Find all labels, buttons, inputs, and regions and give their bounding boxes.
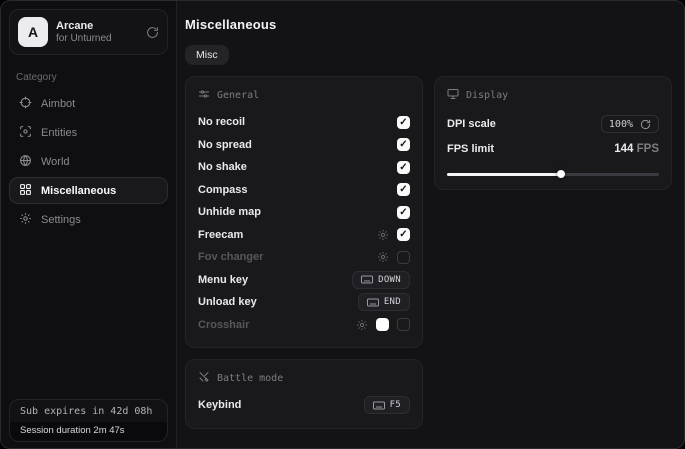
main-panel: Miscellaneous Misc General No recoil	[177, 1, 685, 448]
gear-icon	[19, 212, 32, 228]
crosshair-settings-gear-icon[interactable]	[356, 319, 368, 331]
fov-changer-checkbox[interactable]	[397, 251, 410, 264]
globe-icon	[19, 154, 32, 170]
slider-thumb[interactable]	[557, 170, 565, 178]
app-window: A Arcane for Unturned Category Aimbot En…	[0, 0, 685, 449]
unload-key-keybind-button[interactable]: END	[358, 293, 410, 311]
freecam-settings-gear-icon[interactable]	[377, 229, 389, 241]
sidebar-item-label: Settings	[41, 214, 81, 226]
fps-limit-value: 144 FPS	[614, 143, 659, 155]
battle-keybind-button[interactable]: F5	[364, 396, 410, 414]
setting-label: Keybind	[198, 399, 241, 411]
swords-icon	[198, 371, 210, 386]
cycle-icon	[640, 119, 651, 130]
sidebar: A Arcane for Unturned Category Aimbot En…	[1, 1, 177, 448]
crosshair-color-swatch[interactable]	[376, 318, 389, 331]
no-spread-checkbox[interactable]	[397, 138, 410, 151]
dpi-value: 100%	[609, 119, 633, 130]
sidebar-item-miscellaneous[interactable]: Miscellaneous	[9, 177, 168, 204]
setting-row: No shake	[198, 156, 410, 179]
setting-row: FPS limit 144 FPS	[447, 137, 659, 161]
dpi-scale-selector[interactable]: 100%	[601, 115, 659, 133]
tab-row: Misc	[185, 45, 672, 65]
setting-label: No shake	[198, 161, 247, 173]
setting-label: Unload key	[198, 296, 257, 308]
setting-row: Unhide map	[198, 201, 410, 224]
sliders-icon	[198, 88, 210, 103]
card-header-label: Display	[466, 90, 508, 101]
setting-row: No recoil	[198, 111, 410, 134]
display-card: Display DPI scale 100% FPS limit 144 FPS	[434, 76, 672, 190]
sub-expiry-text: Sub expires in 42d 08h	[10, 400, 167, 422]
compass-checkbox[interactable]	[397, 183, 410, 196]
sidebar-item-entities[interactable]: Entities	[9, 119, 168, 146]
freecam-checkbox[interactable]	[397, 228, 410, 241]
keyboard-icon	[367, 298, 379, 307]
no-recoil-checkbox[interactable]	[397, 116, 410, 129]
setting-row: Crosshair	[198, 314, 410, 337]
setting-label: Freecam	[198, 229, 243, 241]
monitor-icon	[447, 88, 459, 103]
sidebar-item-label: World	[41, 156, 70, 168]
card-header-label: Battle mode	[217, 373, 283, 384]
profile-title: Arcane	[56, 20, 112, 32]
fps-limit-slider[interactable]	[447, 170, 659, 178]
session-duration-text: Session duration 2m 47s	[10, 422, 167, 441]
setting-label: Fov changer	[198, 251, 263, 263]
tab-misc[interactable]: Misc	[185, 45, 229, 65]
crosshair-checkbox[interactable]	[397, 318, 410, 331]
category-label: Category	[16, 72, 161, 83]
profile-subtitle: for Unturned	[56, 33, 112, 44]
sidebar-item-label: Entities	[41, 127, 77, 139]
fov-changer-settings-gear-icon[interactable]	[377, 251, 389, 263]
sidebar-item-settings[interactable]: Settings	[9, 206, 168, 233]
profile-card: A Arcane for Unturned	[9, 9, 168, 55]
page-title: Miscellaneous	[185, 17, 672, 32]
keybind-value: END	[384, 297, 401, 307]
keybind-value: F5	[390, 400, 401, 410]
setting-row: Compass	[198, 179, 410, 202]
sidebar-item-label: Miscellaneous	[41, 185, 116, 197]
setting-label: No recoil	[198, 116, 245, 128]
keyboard-icon	[361, 275, 373, 284]
setting-row: Fov changer	[198, 246, 410, 269]
setting-label: FPS limit	[447, 143, 494, 155]
keyboard-icon	[373, 401, 385, 410]
keybind-value: DOWN	[378, 275, 401, 285]
setting-label: No spread	[198, 139, 252, 151]
crosshair-icon	[19, 96, 32, 112]
general-card: General No recoil No spread No shake	[185, 76, 423, 348]
profile-text: Arcane for Unturned	[56, 20, 112, 44]
battle-mode-card: Battle mode Keybind F5	[185, 359, 423, 429]
subscription-status-card: Sub expires in 42d 08h Session duration …	[9, 399, 168, 442]
setting-label: Crosshair	[198, 319, 249, 331]
sidebar-item-aimbot[interactable]: Aimbot	[9, 90, 168, 117]
unhide-map-checkbox[interactable]	[397, 206, 410, 219]
grid-icon	[19, 183, 32, 199]
setting-label: Unhide map	[198, 206, 261, 218]
setting-row: Menu key DOWN	[198, 269, 410, 292]
setting-row: Unload key END	[198, 291, 410, 314]
setting-label: Compass	[198, 184, 248, 196]
sidebar-item-label: Aimbot	[41, 98, 75, 110]
reload-icon[interactable]	[146, 26, 159, 39]
sidebar-item-world[interactable]: World	[9, 148, 168, 175]
setting-row: No spread	[198, 134, 410, 157]
slider-fill	[447, 173, 561, 176]
setting-row: DPI scale 100%	[447, 111, 659, 137]
card-header-label: General	[217, 90, 259, 101]
setting-label: Menu key	[198, 274, 248, 286]
avatar: A	[18, 17, 48, 47]
setting-label: DPI scale	[447, 118, 496, 130]
setting-row: Keybind F5	[198, 394, 410, 417]
entities-icon	[19, 125, 32, 141]
menu-key-keybind-button[interactable]: DOWN	[352, 271, 410, 289]
no-shake-checkbox[interactable]	[397, 161, 410, 174]
setting-row: Freecam	[198, 224, 410, 247]
